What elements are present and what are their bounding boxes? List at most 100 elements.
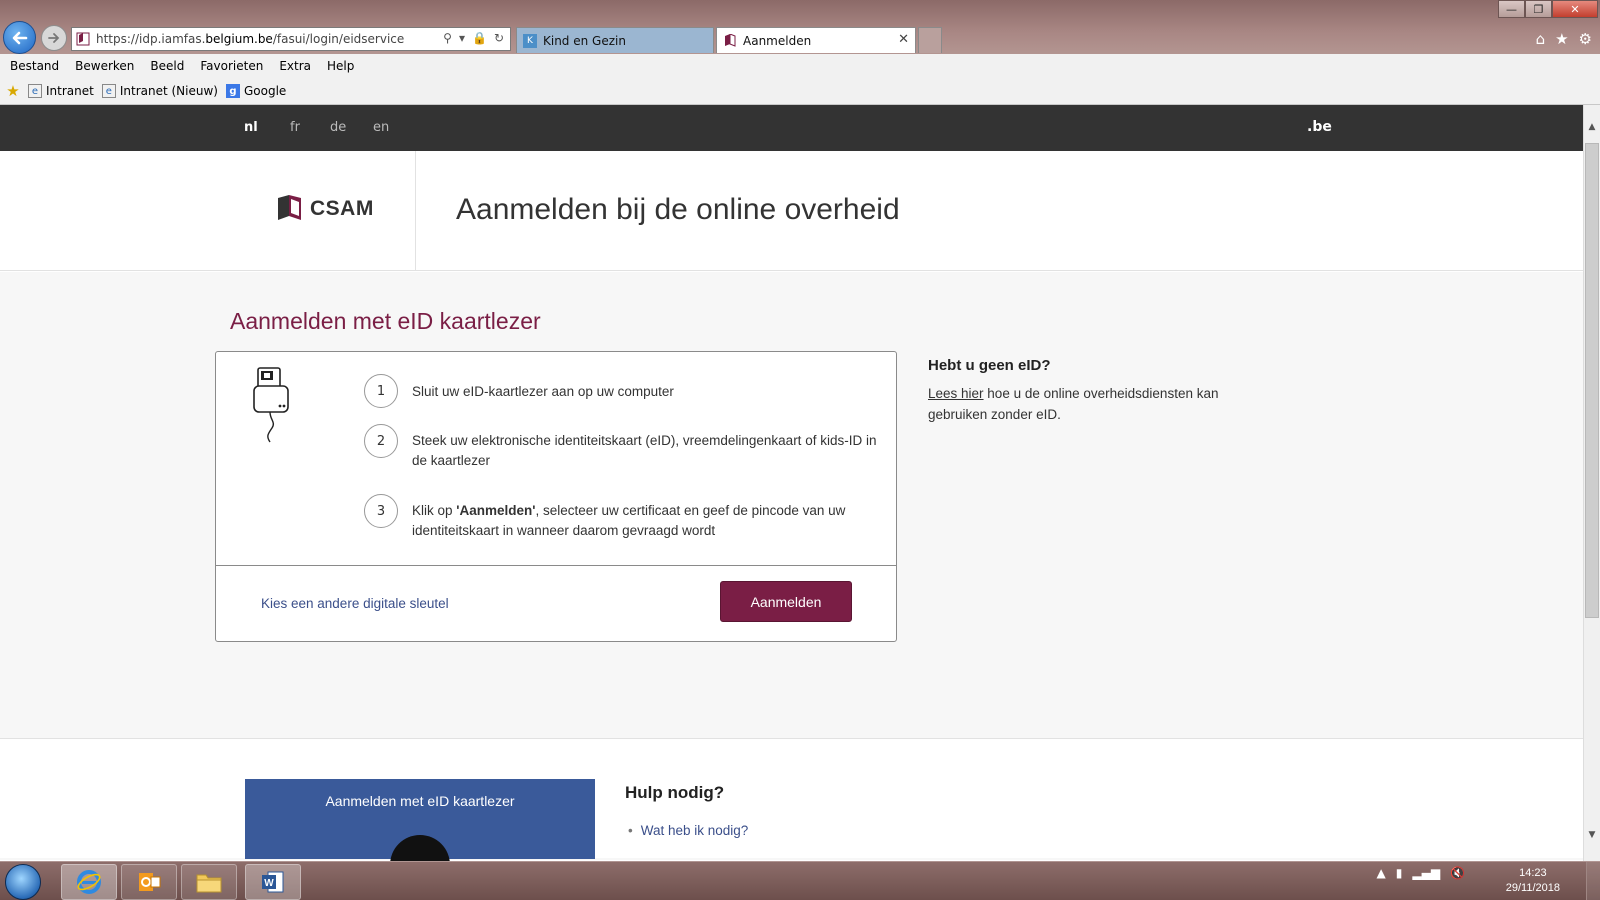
- belgium-be-logo[interactable]: .be: [1307, 119, 1332, 135]
- taskbar-outlook[interactable]: [121, 864, 177, 900]
- help-section: Aanmelden met eID kaartlezer Hulp nodig?…: [0, 738, 1583, 861]
- no-eid-text: Lees hier hoe u de online overheidsdiens…: [928, 386, 1219, 422]
- new-tab-button[interactable]: [918, 27, 942, 53]
- favorites-bar: ★ e Intranet e Intranet (Nieuw) g Google: [0, 78, 1600, 105]
- show-hidden-icons-icon[interactable]: ▲: [1377, 866, 1386, 880]
- step-text: Sluit uw eID-kaartlezer aan op uw comput…: [412, 384, 674, 399]
- lang-fr[interactable]: fr: [290, 120, 300, 135]
- video-title: Aanmelden met eID kaartlezer: [325, 793, 515, 809]
- dropdown-icon[interactable]: ▾: [459, 31, 465, 45]
- close-tab-icon[interactable]: ✕: [898, 32, 909, 47]
- tab-aanmelden[interactable]: Aanmelden ✕: [716, 27, 916, 53]
- menu-beeld[interactable]: Beeld: [150, 59, 184, 73]
- forward-button[interactable]: [41, 25, 67, 51]
- minimize-button[interactable]: —: [1498, 0, 1525, 18]
- arrow-right-icon: [48, 33, 60, 43]
- video-thumbnail[interactable]: Aanmelden met eID kaartlezer: [245, 779, 595, 861]
- header-divider: [415, 151, 416, 271]
- eid-login-card: 1 Sluit uw eID-kaartlezer aan op uw comp…: [215, 351, 897, 642]
- favorites-star-icon[interactable]: ★: [1555, 30, 1568, 48]
- taskbar-clock[interactable]: 14:23 29/11/2018: [1506, 866, 1560, 896]
- word-icon: W: [262, 871, 284, 893]
- page-header: CSAM Aanmelden bij de online overheid: [0, 151, 1583, 271]
- internet-explorer-icon: [77, 870, 101, 894]
- add-favorite-star-icon[interactable]: ★: [6, 82, 20, 100]
- ie-page-icon: e: [28, 84, 42, 98]
- favorite-intranet-nieuw[interactable]: e Intranet (Nieuw): [101, 84, 218, 98]
- address-bar[interactable]: https://idp.iamfas.belgium.be/fasui/logi…: [71, 27, 511, 51]
- help-link-what-do-i-need[interactable]: Wat heb ik nodig?: [628, 823, 749, 838]
- help-title: Hulp nodig?: [625, 783, 725, 802]
- menu-extra[interactable]: Extra: [279, 59, 311, 73]
- browser-chrome: https://idp.iamfas.belgium.be/fasui/logi…: [0, 0, 1600, 105]
- login-button[interactable]: Aanmelden: [720, 581, 852, 622]
- start-button[interactable]: [5, 864, 41, 900]
- card-footer: Kies een andere digitale sleutel Aanmeld…: [216, 565, 896, 642]
- vertical-scrollbar[interactable]: ▲ ▼: [1583, 105, 1600, 861]
- step-number: 3: [364, 494, 398, 528]
- scroll-up-icon[interactable]: ▲: [1584, 119, 1600, 135]
- restore-button[interactable]: ❐: [1525, 0, 1552, 18]
- svg-text:W: W: [264, 878, 274, 889]
- step-3: 3 Klik op 'Aanmelden', selecteer uw cert…: [364, 494, 882, 541]
- tab-kind-en-gezin[interactable]: K Kind en Gezin: [516, 27, 714, 53]
- step-number: 2: [364, 424, 398, 458]
- outlook-icon: [139, 873, 161, 891]
- kind-en-gezin-favicon-icon: K: [523, 33, 537, 48]
- lang-en[interactable]: en: [373, 120, 389, 135]
- search-icon[interactable]: ⚲: [443, 31, 452, 45]
- step-text: Steek uw elektronische identiteitskaart …: [412, 433, 877, 468]
- clock-date: 29/11/2018: [1505, 882, 1560, 894]
- other-digital-key-link[interactable]: Kies een andere digitale sleutel: [261, 596, 449, 611]
- step-2: 2 Steek uw elektronische identiteitskaar…: [364, 424, 882, 471]
- no-eid-read-here-link[interactable]: Lees hier: [928, 386, 984, 401]
- volume-muted-icon[interactable]: 🔇: [1450, 866, 1465, 880]
- csam-logo-icon: [278, 195, 301, 220]
- close-window-button[interactable]: ✕: [1552, 0, 1598, 18]
- show-desktop-button[interactable]: [1586, 862, 1600, 900]
- language-bar: nl fr de en .be: [0, 105, 1583, 151]
- no-eid-title: Hebt u geen eID?: [928, 357, 1051, 374]
- settings-gear-icon[interactable]: ⚙: [1579, 30, 1592, 48]
- step-number: 1: [364, 374, 398, 408]
- step-text: Klik op 'Aanmelden', selecteer uw certif…: [412, 503, 846, 538]
- favorite-intranet[interactable]: e Intranet: [28, 84, 94, 98]
- lang-de[interactable]: de: [330, 120, 346, 135]
- menu-bestand[interactable]: Bestand: [10, 59, 59, 73]
- address-url: https://idp.iamfas.belgium.be/fasui/logi…: [96, 32, 405, 46]
- page-viewport: nl fr de en .be CSAM Aanmelden bij de on…: [0, 105, 1583, 861]
- taskbar-word[interactable]: W: [245, 864, 301, 900]
- lang-nl[interactable]: nl: [244, 120, 258, 135]
- csam-logo: CSAM: [276, 195, 374, 223]
- back-button[interactable]: [3, 21, 36, 54]
- network-icon[interactable]: ▮: [1396, 866, 1403, 880]
- refresh-icon[interactable]: ↻: [494, 31, 504, 45]
- arrow-left-icon: [12, 31, 27, 44]
- taskbar-internet-explorer[interactable]: [61, 864, 117, 900]
- section-title: Aanmelden met eID kaartlezer: [230, 308, 541, 334]
- card-reader-icon: [253, 367, 289, 443]
- windows-taskbar: W ▲ ▮ ▂▄▆ 🔇 14:23 29/11/2018: [0, 861, 1600, 900]
- folder-icon: [196, 874, 222, 893]
- menu-favorieten[interactable]: Favorieten: [200, 59, 263, 73]
- title-bar: https://idp.iamfas.belgium.be/fasui/logi…: [0, 0, 1600, 54]
- scroll-down-icon[interactable]: ▼: [1584, 827, 1600, 843]
- csam-favicon-icon: [723, 33, 737, 48]
- menu-help[interactable]: Help: [327, 59, 354, 73]
- ie-page-icon: e: [101, 84, 116, 98]
- favorite-google[interactable]: g Google: [225, 84, 286, 98]
- taskbar-file-explorer[interactable]: [181, 864, 237, 900]
- lock-icon[interactable]: 🔒: [472, 31, 487, 45]
- home-icon[interactable]: ⌂: [1536, 30, 1546, 48]
- google-icon: g: [225, 84, 240, 98]
- site-favicon-icon: [76, 32, 90, 46]
- page-title: Aanmelden bij de online overheid: [456, 193, 900, 226]
- play-icon[interactable]: [390, 835, 450, 861]
- menu-bar: Bestand Bewerken Beeld Favorieten Extra …: [0, 54, 1600, 78]
- clock-time: 14:23: [1519, 867, 1547, 879]
- step-1: 1 Sluit uw eID-kaartlezer aan op uw comp…: [364, 374, 882, 408]
- scroll-thumb[interactable]: [1585, 143, 1599, 618]
- system-tray: ▲ ▮ ▂▄▆ 🔇: [1377, 866, 1465, 880]
- signal-icon[interactable]: ▂▄▆: [1412, 866, 1440, 880]
- menu-bewerken[interactable]: Bewerken: [75, 59, 134, 73]
